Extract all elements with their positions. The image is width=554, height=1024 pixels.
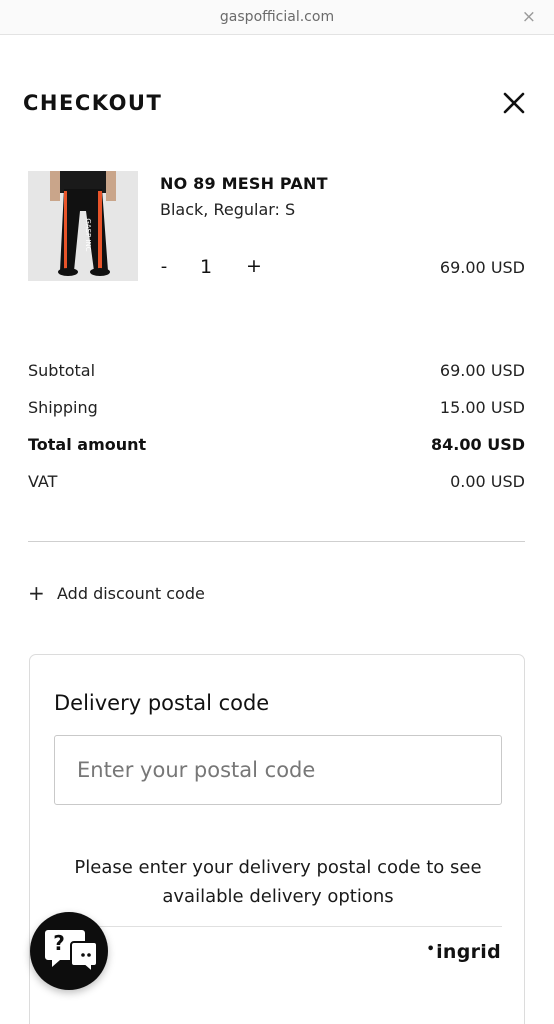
shipping-row: Shipping 15.00 USD — [28, 398, 525, 420]
quantity-value: 1 — [199, 256, 213, 278]
item-price: 69.00 USD — [439, 258, 525, 277]
chat-help-icon: ? — [45, 930, 98, 975]
svg-text:?: ? — [53, 931, 65, 955]
url-text[interactable]: gaspofficial.com — [0, 9, 554, 25]
delivery-message: Please enter your delivery postal code t… — [74, 857, 482, 907]
add-discount-label: Add discount code — [57, 584, 205, 603]
subtotal-label: Subtotal — [28, 361, 96, 380]
ingrid-logo-dot: • — [426, 942, 436, 957]
subtotal-row: Subtotal 69.00 USD — [28, 361, 525, 383]
product-image[interactable]: GASP INC — [28, 171, 138, 281]
close-icon[interactable] — [500, 89, 528, 117]
product-variant: Black, Regular: S — [160, 200, 296, 219]
browser-close-icon[interactable]: × — [522, 7, 536, 27]
summary-divider — [28, 541, 525, 542]
quantity-decrease-button[interactable]: - — [156, 256, 172, 277]
shipping-label: Shipping — [28, 398, 98, 417]
delivery-title: Delivery postal code — [54, 691, 270, 715]
total-row: Total amount 84.00 USD — [28, 435, 525, 457]
vat-value: 0.00 USD — [450, 472, 525, 491]
product-name[interactable]: NO 89 MESH PANT — [160, 174, 328, 193]
shipping-value: 15.00 USD — [439, 398, 525, 417]
help-chat-button[interactable]: ? — [30, 912, 108, 990]
plus-icon: + — [28, 581, 45, 605]
browser-url-bar: gaspofficial.com × — [0, 0, 554, 35]
vat-row: VAT 0.00 USD — [28, 472, 525, 494]
total-value: 84.00 USD — [431, 435, 525, 454]
total-label: Total amount — [28, 435, 147, 454]
vat-label: VAT — [28, 472, 58, 491]
postal-code-input[interactable] — [54, 735, 502, 805]
page-title: CHECKOUT — [23, 91, 163, 115]
subtotal-value: 69.00 USD — [439, 361, 525, 380]
ingrid-logo: •ingrid — [426, 941, 501, 963]
delivery-divider — [54, 926, 502, 927]
svg-text:GASP INC: GASP INC — [84, 218, 92, 251]
ingrid-logo-text: ingrid — [436, 941, 501, 963]
quantity-increase-button[interactable]: + — [244, 255, 264, 277]
